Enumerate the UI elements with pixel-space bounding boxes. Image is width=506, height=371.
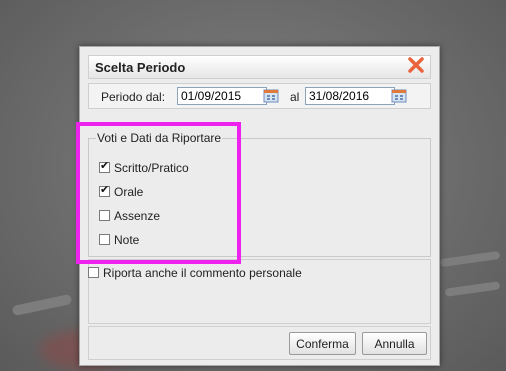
checkbox-label[interactable]: Note <box>114 233 139 247</box>
checkbox-label[interactable]: Riporta anche il commento personale <box>103 266 302 280</box>
checkbox-label[interactable]: Scritto/Pratico <box>114 161 189 175</box>
period-to-input[interactable] <box>305 87 395 105</box>
checkmark-icon: ✔ <box>100 183 110 196</box>
period-dialog: Scelta Periodo Periodo dal: al Voti e Da… <box>79 46 440 366</box>
checkbox-box[interactable] <box>99 234 110 245</box>
cancel-button[interactable]: Annulla <box>362 332 427 355</box>
period-to-label: al <box>290 90 300 104</box>
checkmark-icon: ✔ <box>100 159 110 172</box>
period-row: Periodo dal: al <box>88 83 431 109</box>
calendar-icon[interactable] <box>391 89 407 103</box>
checkbox-box[interactable]: ✔ <box>99 159 110 173</box>
confirm-button[interactable]: Conferma <box>289 332 356 355</box>
period-from-input[interactable] <box>177 87 267 105</box>
period-from-label: Periodo dal: <box>101 90 166 104</box>
checkbox-label[interactable]: Orale <box>114 185 143 199</box>
dialog-title: Scelta Periodo <box>95 60 186 75</box>
checkbox-label[interactable]: Assenze <box>114 209 160 223</box>
calendar-icon[interactable] <box>263 89 279 103</box>
button-bar: Conferma Annulla <box>88 326 431 360</box>
close-icon[interactable] <box>406 55 426 75</box>
checkbox-box[interactable] <box>88 267 99 278</box>
dialog-titlebar: Scelta Periodo <box>88 55 431 79</box>
grades-legend: Voti e Dati da Riportare <box>96 131 223 145</box>
checkbox-box[interactable]: ✔ <box>99 183 110 197</box>
checkbox-box[interactable] <box>99 210 110 221</box>
